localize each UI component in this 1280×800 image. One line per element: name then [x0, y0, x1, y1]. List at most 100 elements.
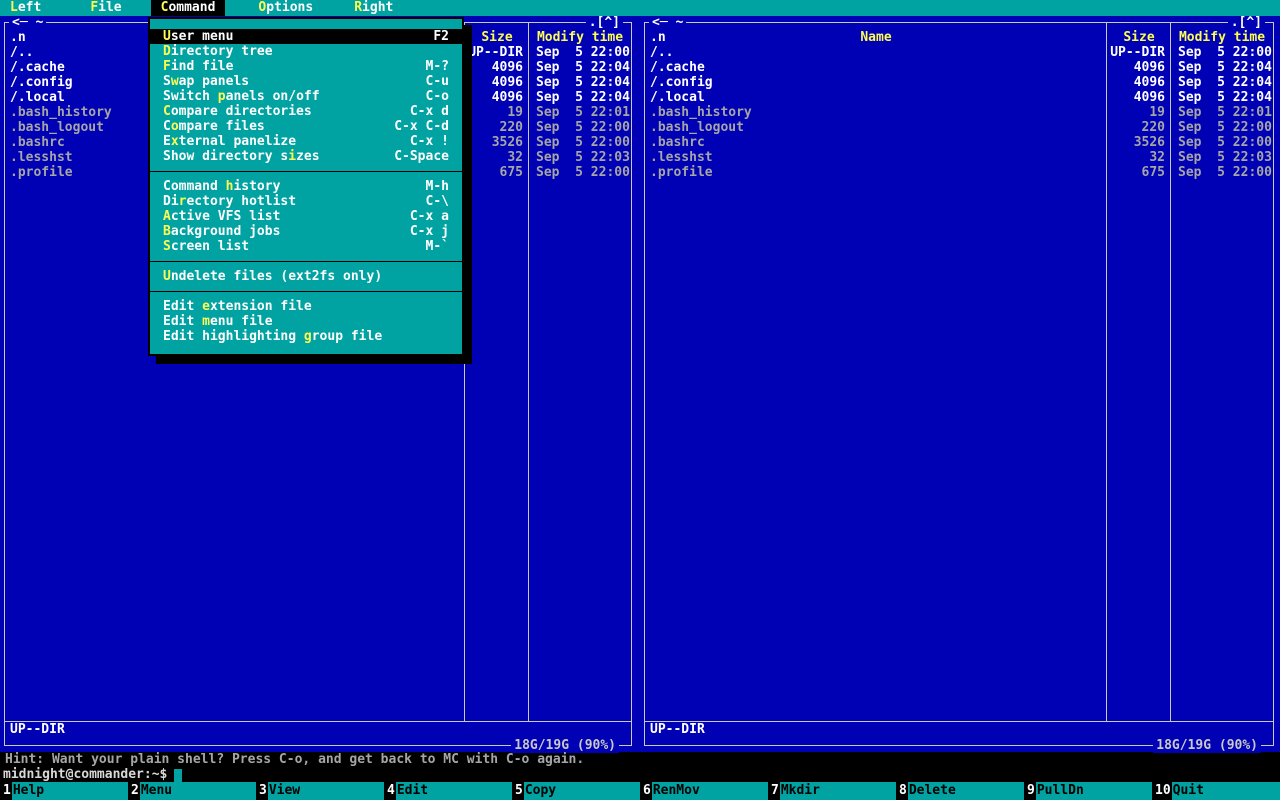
menu-item[interactable]: Find file M-? [150, 59, 462, 74]
command-menu-dropdown: User menu F2 Directory tree Find file M-… [148, 17, 464, 356]
prompt-text: midnight@commander:~$ [3, 767, 168, 782]
menu-item-hotkey: p [217, 89, 226, 104]
menubar-item[interactable]: Left [0, 0, 51, 16]
file-row[interactable]: /.local 4096 Sep 5 22:04 [645, 90, 1273, 105]
file-row[interactable]: .profile 675 Sep 5 22:00 [645, 165, 1273, 180]
menu-item[interactable]: Directory tree [150, 44, 462, 59]
function-key-number: 8 [896, 782, 908, 800]
menu-item[interactable]: Switch p anels on/off C-o [150, 89, 462, 104]
file-size: 19 [507, 105, 523, 120]
function-key[interactable]: 1 Help [0, 782, 128, 800]
file-row[interactable]: .bash_logout 220 Sep 5 22:00 [645, 120, 1273, 135]
file-size: 4096 [491, 75, 523, 90]
file-row[interactable]: .lesshst 32 Sep 5 22:03 [645, 150, 1273, 165]
file-size: 32 [507, 150, 523, 165]
menu-item-hotkey: D [163, 44, 171, 59]
file-mtime: Sep 5 22:00 [1178, 165, 1272, 180]
file-name: .lesshst [650, 150, 713, 165]
menu-item-shortcut: C-Space [394, 149, 449, 164]
function-key-label: Delete [907, 782, 1024, 800]
function-key-label: PullDn [1035, 782, 1152, 800]
file-size: 19 [1149, 105, 1165, 120]
menu-item-shortcut: C-x ! [409, 134, 449, 149]
file-mtime: Sep 5 22:04 [1178, 60, 1272, 75]
menu-item[interactable]: Screen list M-` [150, 239, 462, 254]
function-key-label: RenMov [651, 782, 768, 800]
menu-item-shortcut: C-u [425, 74, 449, 89]
column-separator [528, 23, 529, 722]
function-key[interactable]: 2 Menu [128, 782, 256, 800]
menubar-item[interactable]: Command [150, 0, 226, 16]
file-row[interactable]: .bash_history 19 Sep 5 22:01 [645, 105, 1273, 120]
left-panel-up-marker[interactable]: .[^] [585, 15, 623, 30]
column-header-size[interactable]: Size [465, 30, 529, 45]
column-header-name[interactable]: Name [645, 30, 1107, 45]
file-size: 4096 [491, 60, 523, 75]
file-name: /.config [650, 75, 713, 90]
left-panel-path: <─ ~ [9, 15, 47, 30]
menu-item[interactable]: Ex ternal panelize C-x ! [150, 134, 462, 149]
function-key-label: Mkdir [779, 782, 896, 800]
menu-item-hotkey: S [163, 239, 171, 254]
function-key[interactable]: 4 Edit [384, 782, 512, 800]
file-size: UP--DIR [468, 45, 523, 60]
column-header-mtime[interactable]: Modify time [529, 30, 631, 45]
menu-item[interactable]: User menu F2 [150, 29, 462, 44]
function-key-number: 10 [1152, 782, 1172, 800]
menu-item[interactable]: Undelete files (ext2fs only) [150, 269, 462, 284]
file-size: 675 [1141, 165, 1165, 180]
file-mtime: Sep 5 22:00 [536, 120, 630, 135]
menu-item[interactable]: Edit highlighting g roup file [150, 329, 462, 344]
file-size: 4096 [491, 90, 523, 105]
file-row[interactable]: /.. UP--DIR Sep 5 22:00 [645, 45, 1273, 60]
column-separator [1170, 23, 1171, 722]
function-key-label: View [267, 782, 384, 800]
menu-item[interactable] [150, 254, 462, 269]
menu-item[interactable] [150, 164, 462, 179]
menu-item-hotkey: B [163, 224, 171, 239]
function-key[interactable]: 9 PullDn [1024, 782, 1152, 800]
right-panel-header: .n Name Size Modify time [645, 30, 1273, 45]
function-key[interactable]: 8 Delete [896, 782, 1024, 800]
menu-item[interactable]: Active VFS list C-x a [150, 209, 462, 224]
menu-item[interactable]: Show directory s i zes C-Space [150, 149, 462, 164]
menu-item[interactable]: Background jobs C-x j [150, 224, 462, 239]
menu-item-hotkey: g [303, 329, 312, 344]
menu-item[interactable] [150, 284, 462, 299]
function-key[interactable]: 7 Mkdir [768, 782, 896, 800]
menubar-hotkey: R [354, 0, 363, 15]
function-key[interactable]: 5 Copy [512, 782, 640, 800]
function-key[interactable]: 3 View [256, 782, 384, 800]
menubar: Left File Command Options Right [0, 0, 1280, 16]
function-key[interactable]: 6 RenMov [640, 782, 768, 800]
function-key-label: Copy [523, 782, 640, 800]
column-header-size[interactable]: Size [1107, 30, 1171, 45]
file-name: .bashrc [650, 135, 705, 150]
file-row[interactable]: /.config 4096 Sep 5 22:04 [645, 75, 1273, 90]
menu-item[interactable]: Sw ap panels C-u [150, 74, 462, 89]
function-key-number: 6 [640, 782, 652, 800]
file-row[interactable]: .bashrc 3526 Sep 5 22:00 [645, 135, 1273, 150]
function-key-number: 5 [512, 782, 524, 800]
menu-item[interactable]: Command h istory M-h [150, 179, 462, 194]
menu-item[interactable]: Co mpare files C-x C-d [150, 119, 462, 134]
menu-item[interactable]: Compare directories C-x d [150, 104, 462, 119]
menubar-item[interactable]: File [80, 0, 131, 16]
file-mtime: Sep 5 22:04 [1178, 75, 1272, 90]
menu-item[interactable]: Di r ectory hotlist C-\ [150, 194, 462, 209]
menubar-item[interactable]: Right [344, 0, 403, 16]
menu-item-shortcut: M-h [425, 179, 449, 194]
menu-item[interactable]: Edit e xtension file [150, 299, 462, 314]
shell-prompt[interactable]: midnight@commander:~$ [0, 767, 1280, 782]
function-key[interactable]: 10 Quit [1152, 782, 1280, 800]
menu-item-shortcut: C-o [425, 89, 449, 104]
file-row[interactable]: /.cache 4096 Sep 5 22:04 [645, 60, 1273, 75]
menu-item[interactable]: Edit m enu file [150, 314, 462, 329]
menubar-item[interactable]: Options [248, 0, 323, 16]
right-panel-path: <─ ~ [649, 15, 687, 30]
hint-line: Hint: Want your plain shell? Press C-o, … [5, 752, 585, 767]
right-panel-up-marker[interactable]: .[^] [1227, 15, 1265, 30]
column-header-mtime[interactable]: Modify time [1171, 30, 1273, 45]
right-panel-free-space: 18G/19G (90%) [1153, 738, 1261, 753]
menu-item-hotkey: F [163, 59, 171, 74]
